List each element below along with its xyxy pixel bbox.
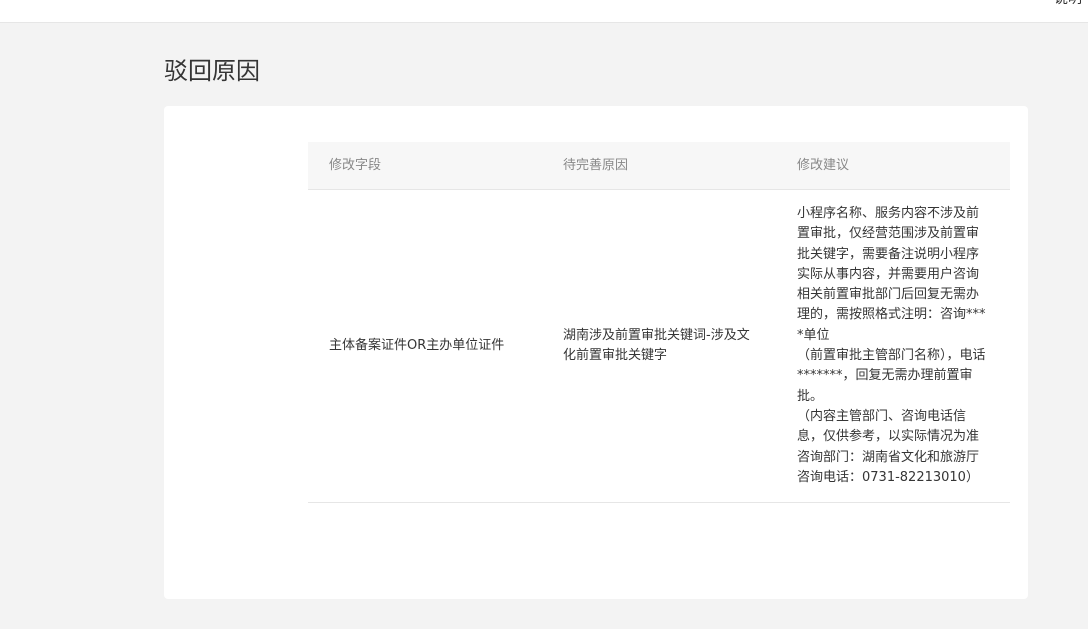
page-title: 驳回原因 <box>164 57 260 85</box>
header-field: 修改字段 <box>308 142 542 190</box>
rejection-card: 修改字段 待完善原因 修改建议 主体备案证件OR主办单位证件 湖南涉及前置审批关… <box>164 106 1028 599</box>
rejection-table: 修改字段 待完善原因 修改建议 主体备案证件OR主办单位证件 湖南涉及前置审批关… <box>308 142 1010 504</box>
cell-field: 主体备案证件OR主办单位证件 <box>308 189 542 504</box>
top-bar: 说明 <box>0 0 1088 23</box>
header-suggestion: 修改建议 <box>776 142 1010 190</box>
top-bar-link[interactable]: 说明 <box>1054 0 1082 6</box>
table-header-row: 修改字段 待完善原因 修改建议 <box>308 142 1010 190</box>
cell-reason: 湖南涉及前置审批关键词-涉及文化前置审批关键字 <box>542 189 776 504</box>
header-reason: 待完善原因 <box>542 142 776 190</box>
cell-suggestion: 小程序名称、服务内容不涉及前置审批，仅经营范围涉及前置审批关键字，需要备注说明小… <box>776 189 1010 504</box>
table-row: 主体备案证件OR主办单位证件 湖南涉及前置审批关键词-涉及文化前置审批关键字 小… <box>308 189 1010 504</box>
